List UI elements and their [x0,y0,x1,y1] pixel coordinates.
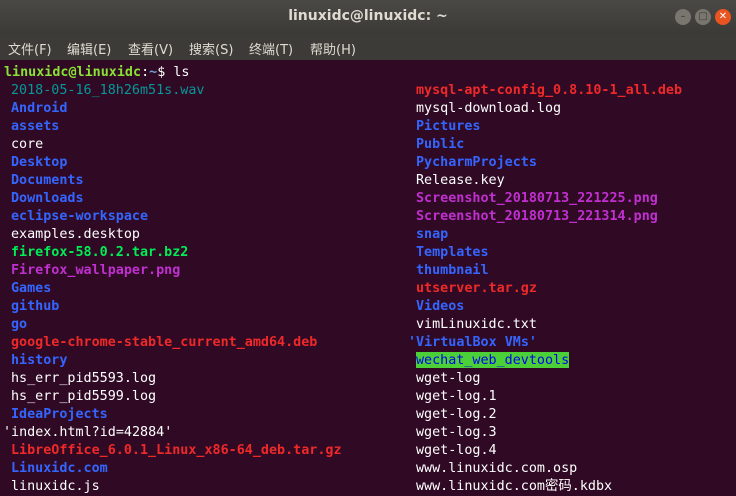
menu-view[interactable]: 查看(V) [128,39,173,58]
right_column-file-entry: thumbnail [416,263,489,278]
right_column-file-entry: www.linuxidc.com.osp [416,461,578,476]
left_column-file-entry: examples.desktop [11,227,140,242]
menu-search[interactable]: 搜索(S) [189,39,233,58]
left_column-file-entry: 'index.html?id=42884' [3,425,173,440]
left_column-file-entry: history [11,353,68,368]
left_column-file-entry: hs_err_pid5593.log [11,371,157,386]
left_column-file-entry: github [11,299,60,314]
prompt-path: ~ [149,65,158,80]
left_column-file-entry: Firefox_wallpaper.png [11,263,181,278]
right_column-file-entry: wget-log.1 [416,389,497,404]
left_column-file-entry: Documents [11,173,84,188]
left_column-file-entry: core [11,137,44,152]
right_column-file-entry: Pictures [416,119,481,134]
maximize-button[interactable]: □ [695,9,711,25]
terminal-window: linuxidc@linuxidc: ~ – □ ✕ 文件(F) 编辑(E) 查… [0,0,736,496]
left_column-file-entry: Linuxidc.com [11,461,108,476]
right_column-file-entry: Release.key [416,173,505,188]
right_column-file-entry: wechat_web_devtools [416,352,570,368]
left_column-file-entry: Downloads [11,191,84,206]
right_column-file-entry: wget-log.3 [416,425,497,440]
minimize-button[interactable]: – [675,9,691,25]
left_column-file-entry: google-chrome-stable_current_amd64.deb [11,335,318,350]
right_column-file-entry: PycharmProjects [416,155,537,170]
right_column-file-entry: mysql-download.log [416,101,562,116]
title-bar[interactable]: linuxidc@linuxidc: ~ – □ ✕ [0,0,736,34]
menu-bar: 文件(F) 编辑(E) 查看(V) 搜索(S) 终端(T) 帮助(H) [0,34,736,60]
prompt-symbol: $ [157,65,166,80]
prompt-line: linuxidc@linuxidc:~$ ls [4,64,189,82]
left_column-file-entry: firefox-58.0.2.tar.bz2 [11,245,189,260]
left_column-file-entry: linuxidc.js [11,479,100,494]
right_column-file-entry: vimLinuxidc.txt [416,317,537,332]
right_column-file-entry: snap [416,227,449,242]
right_column-file-entry: Screenshot_20180713_221314.png [416,209,658,224]
left_column-file-entry: IdeaProjects [11,407,108,422]
right_column-file-entry: Videos [416,299,465,314]
left_column-file-entry: Android [11,101,68,116]
right_column-file-entry: mysql-apt-config_0.8.10-1_all.deb [416,83,683,98]
right_column-file-entry: Templates [416,245,489,260]
menu-help[interactable]: 帮助(H) [310,39,356,58]
left_column-file-entry: Games [11,281,52,296]
menu-edit[interactable]: 编辑(E) [67,39,111,58]
close-button[interactable]: ✕ [715,9,731,25]
right_column-file-entry: www.linuxidc.com密码.kdbx [416,479,613,494]
left_column-file-entry: eclipse-workspace [11,209,149,224]
left_column-file-entry: assets [11,119,60,134]
right_column-file-entry: wget-log [416,371,481,386]
prompt-colon: : [141,65,150,80]
menu-terminal[interactable]: 终端(T) [249,39,293,58]
left_column-file-entry: Desktop [11,155,68,170]
right_column-file-entry: wget-log.4 [416,443,497,458]
left_column-file-entry: LibreOffice_6.0.1_Linux_x86-64_deb.tar.g… [11,443,342,458]
menu-file[interactable]: 文件(F) [8,39,52,58]
prompt-user-host: linuxidc@linuxidc [4,65,142,80]
left_column-file-entry: go [11,317,28,332]
prompt-command: ls [173,65,190,80]
left_column-file-entry: hs_err_pid5599.log [11,389,157,404]
right_column-file-entry: Screenshot_20180713_221225.png [416,191,658,206]
window-title: linuxidc@linuxidc: ~ [288,8,448,24]
right_column-file-entry: utserver.tar.gz [416,281,537,296]
left_column-file-entry: 2018-05-16_18h26m51s.wav [11,83,205,98]
right_column-file-entry: 'VirtualBox VMs' [408,335,537,350]
right_column-file-entry: Public [416,137,465,152]
terminal-output[interactable]: linuxidc@linuxidc:~$ ls 2018-05-16_18h26… [0,60,736,496]
right_column-file-entry: wget-log.2 [416,407,497,422]
